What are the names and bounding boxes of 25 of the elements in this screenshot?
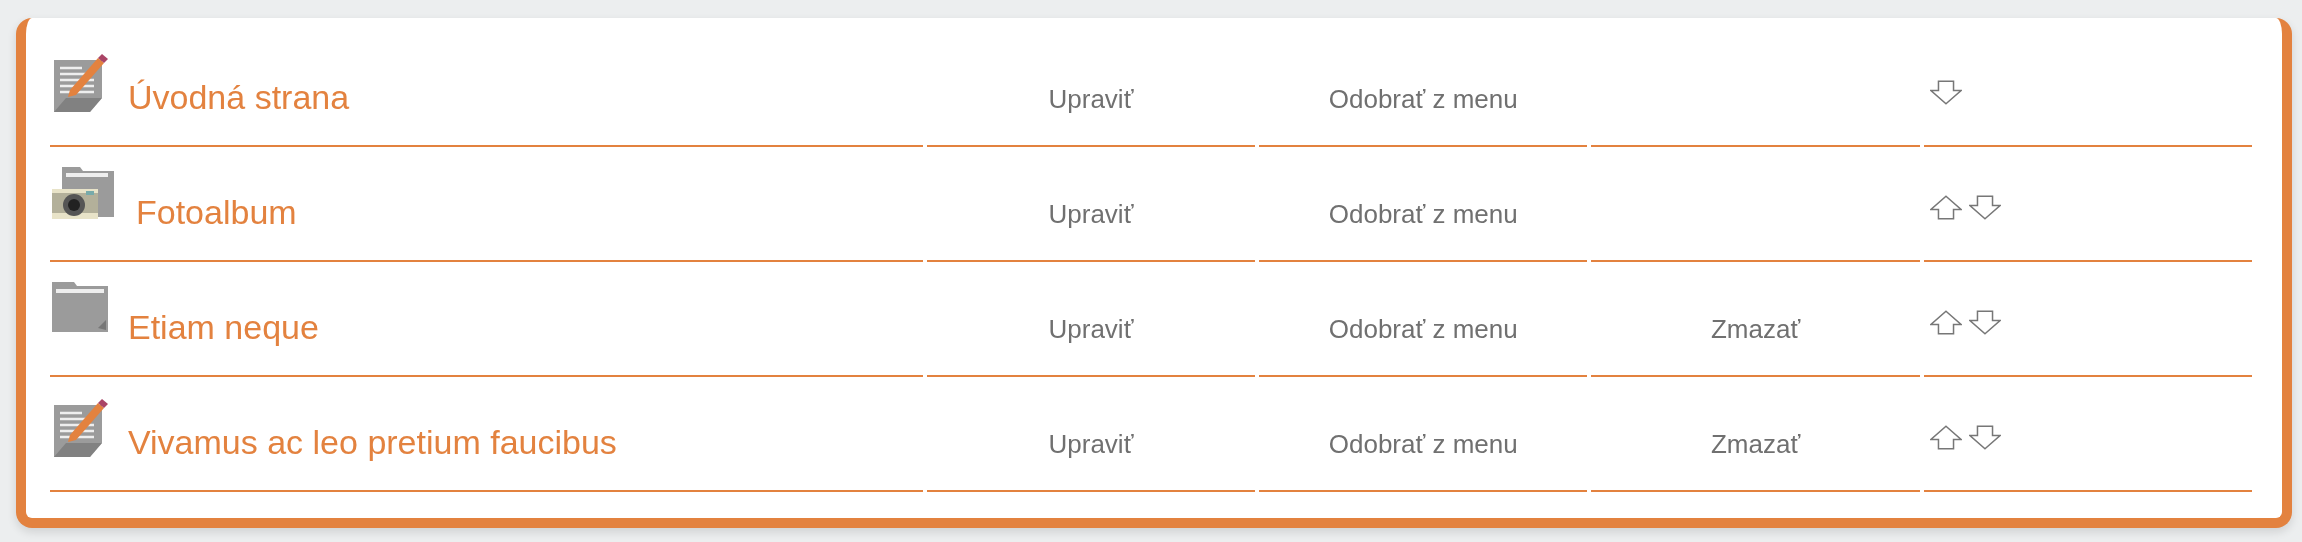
down-arrow-icon[interactable] [1929,80,1962,105]
delete-link[interactable]: Zmazať [1710,314,1801,345]
document-pencil-icon [52,397,108,457]
down-arrow-icon[interactable] [1968,425,2001,450]
edit-link[interactable]: Upraviť [1048,314,1134,345]
folder-icon [52,282,108,332]
camera-folder-icon [52,167,116,221]
down-arrow-icon[interactable] [1968,310,2001,335]
page-title-link[interactable]: Vivamus ac leo pretium faucibus [128,423,617,462]
down-arrow-icon[interactable] [1968,195,2001,220]
up-arrow-icon[interactable] [1929,425,1962,450]
up-arrow-icon[interactable] [1929,195,1962,220]
up-arrow-icon[interactable] [1929,310,1962,335]
remove-from-menu-link[interactable]: Odobrať z menu [1328,314,1518,345]
edit-link[interactable]: Upraviť [1048,84,1134,115]
page-title-link[interactable]: Úvodná strana [128,78,350,117]
page-title-link[interactable]: Etiam neque [128,308,319,347]
page-title-link[interactable]: Fotoalbum [136,193,297,232]
delete-link[interactable]: Zmazať [1710,429,1801,460]
remove-from-menu-link[interactable]: Odobrať z menu [1328,199,1518,230]
remove-from-menu-link[interactable]: Odobrať z menu [1328,84,1518,115]
edit-link[interactable]: Upraviť [1048,429,1134,460]
document-pencil-icon [52,52,108,112]
edit-link[interactable]: Upraviť [1048,199,1134,230]
remove-from-menu-link[interactable]: Odobrať z menu [1328,429,1518,460]
